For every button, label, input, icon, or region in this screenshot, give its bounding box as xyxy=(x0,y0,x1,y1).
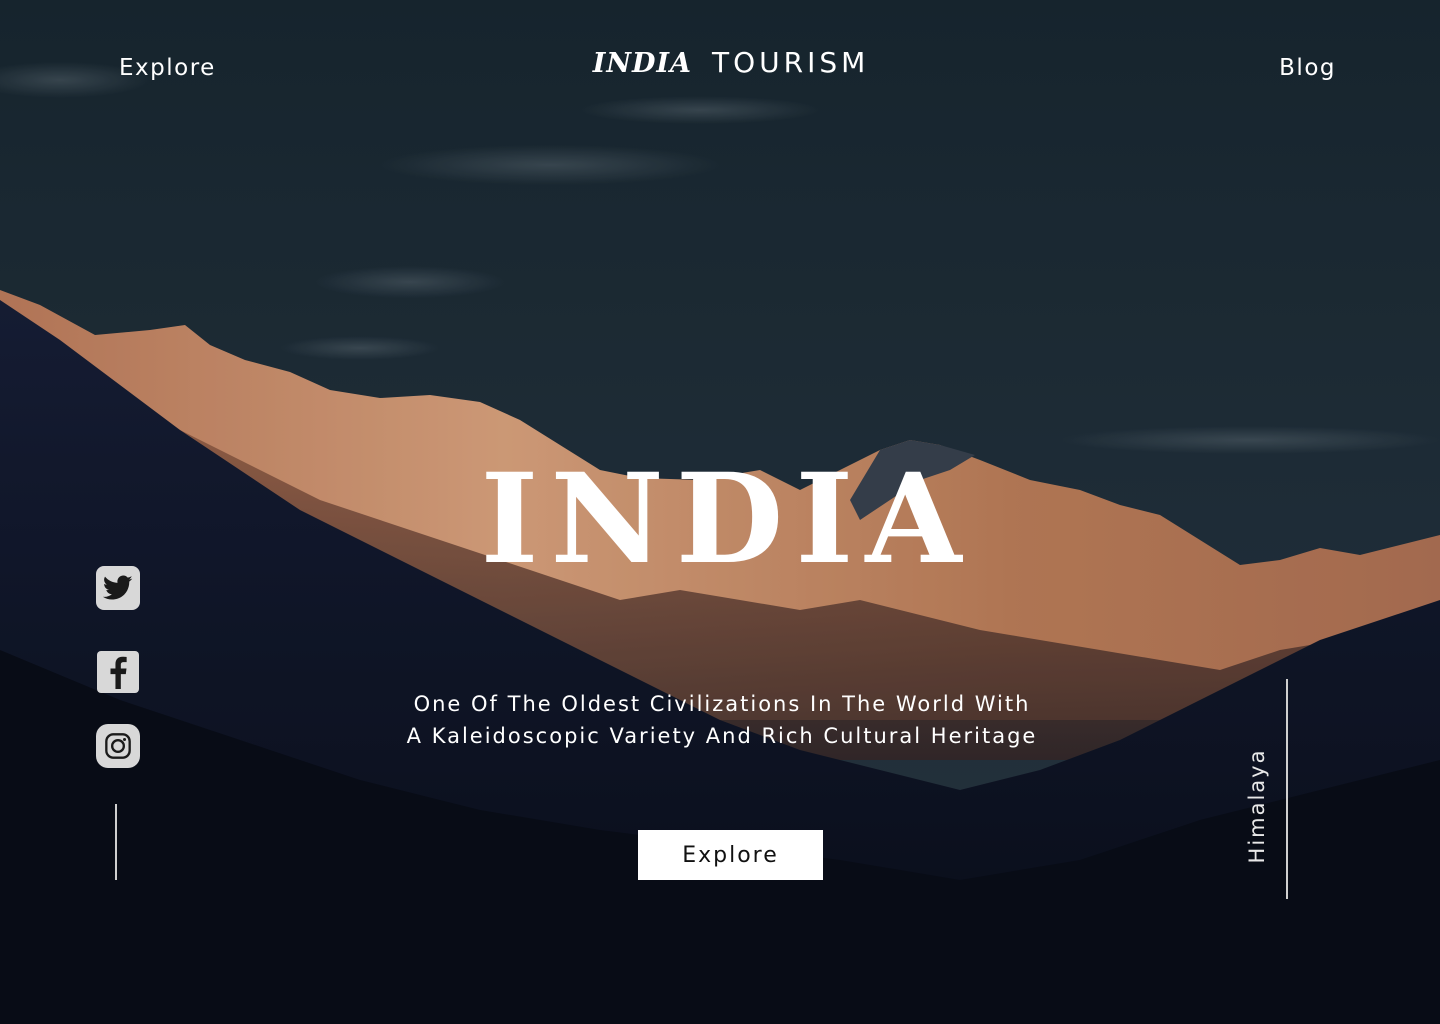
left-divider-line xyxy=(115,804,117,880)
hero-headline: INDIA xyxy=(480,447,974,592)
facebook-icon xyxy=(110,656,127,689)
brand-word: TOURISM xyxy=(712,46,870,79)
hero-tagline: One Of The Oldest Civilizations In The W… xyxy=(0,688,1440,752)
facebook-link[interactable] xyxy=(97,651,139,693)
brand-mark: INDIA xyxy=(592,48,693,79)
instagram-link[interactable] xyxy=(96,724,140,768)
brand-logo[interactable]: INDIA TOURISM xyxy=(0,46,1440,79)
instagram-icon xyxy=(105,733,131,759)
explore-button[interactable]: Explore xyxy=(638,830,823,880)
location-label: Himalaya xyxy=(1245,748,1269,864)
right-divider-line xyxy=(1286,679,1288,899)
nav-blog-link[interactable]: Blog xyxy=(1279,52,1336,84)
hero-section: Explore INDIA TOURISM Blog INDIA One Of … xyxy=(0,0,1440,1024)
twitter-link[interactable] xyxy=(96,566,140,610)
tagline-line-1: One Of The Oldest Civilizations In The W… xyxy=(413,692,1031,716)
twitter-icon xyxy=(103,575,133,600)
tagline-line-2: A Kaleidoscopic Variety And Rich Cultura… xyxy=(406,724,1038,748)
